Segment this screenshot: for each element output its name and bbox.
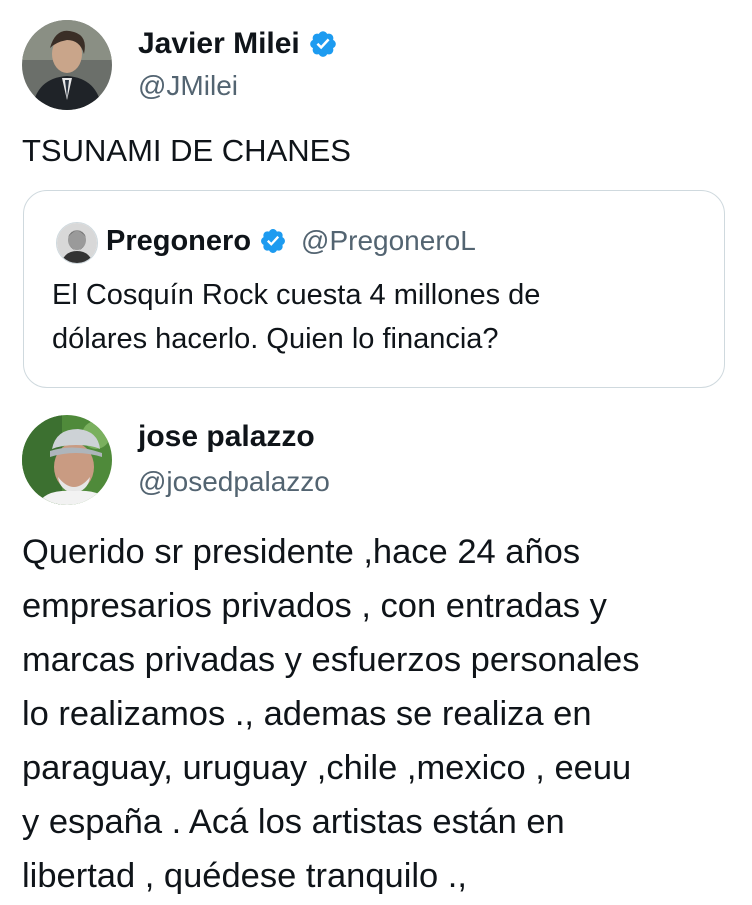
quoted-tweet-card[interactable]: Pregonero @PregoneroL El Cosquín Rock cu… xyxy=(23,190,725,388)
quoted-name-row[interactable]: Pregonero @PregoneroL xyxy=(106,221,476,261)
tweet-text: TSUNAMI DE CHANES xyxy=(22,133,351,168)
reply-text: Querido sr presidente ,hace 24 años empr… xyxy=(22,525,742,903)
reply-text-line: Querido sr presidente ,hace 24 años xyxy=(22,533,581,571)
reply-text-line: y españa . Acá los artistas están en xyxy=(22,803,565,841)
reply-text-line: marcas privadas y esfuerzos personales xyxy=(22,641,640,679)
author-handle[interactable]: @JMilei xyxy=(138,70,238,102)
quoted-tweet-text-line1: El Cosquín Rock cuesta 4 millones de xyxy=(52,279,541,311)
author-name-row[interactable]: Javier Milei xyxy=(138,24,338,64)
author-avatar[interactable] xyxy=(22,20,112,110)
reply-author-handle[interactable]: @josedpalazzo xyxy=(138,466,330,498)
verified-badge-icon xyxy=(308,29,338,59)
quoted-author-avatar[interactable] xyxy=(56,222,98,264)
reply-text-line: lo realizamos ., ademas se realiza en xyxy=(22,695,592,733)
reply-text-line: libertad , quédese tranquilo ., xyxy=(22,857,467,895)
author-name[interactable]: Javier Milei xyxy=(138,27,300,61)
quoted-author-name[interactable]: Pregonero xyxy=(106,225,251,258)
reply-text-line: empresarios privados , con entradas y xyxy=(22,587,607,625)
quoted-tweet-text-line2: dólares hacerlo. Quien lo financia? xyxy=(52,323,499,355)
reply-author-name[interactable]: jose palazzo xyxy=(138,420,315,454)
reply-author-avatar[interactable] xyxy=(22,415,112,505)
reply-text-line: paraguay, uruguay ,chile ,mexico , eeuu xyxy=(22,749,632,787)
quoted-author-handle[interactable]: @PregoneroL xyxy=(301,225,476,257)
verified-badge-icon xyxy=(259,227,287,255)
